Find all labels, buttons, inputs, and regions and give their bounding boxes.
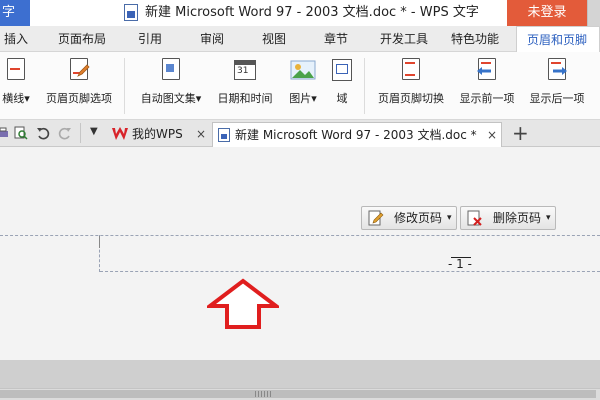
chevron-down-icon: ▾ (546, 213, 551, 223)
document-canvas[interactable] (0, 147, 600, 360)
picture-label: 图片 (289, 92, 312, 105)
delete-page-number-button[interactable]: 删除页码 ▾ (460, 206, 556, 230)
print-preview-icon[interactable] (14, 126, 28, 140)
ribbon-separator (364, 58, 365, 114)
field-button[interactable]: 域 (328, 58, 356, 106)
show-next-label: 显示后一项 (529, 92, 585, 105)
tab-section[interactable]: 章节 (324, 26, 348, 52)
chevron-down-icon: ▾ (447, 213, 452, 223)
tab-my-wps[interactable]: 我的WPS × (108, 122, 212, 147)
tab-page-layout[interactable]: 页面布局 (58, 26, 106, 52)
document-icon (218, 128, 230, 142)
tab-references[interactable]: 引用 (138, 26, 162, 52)
close-icon[interactable]: × (196, 122, 206, 146)
document-tab-bar: ▼ 我的WPS × 新建 Microsoft Word 97 - 2003 文档… (0, 120, 600, 147)
edit-page-number-button[interactable]: 修改页码 ▾ (361, 206, 457, 230)
delete-page-number-label: 删除页码 (493, 211, 542, 225)
page-number[interactable]: - 1 - (448, 257, 472, 271)
quick-access-dropdown[interactable]: ▼ (90, 126, 98, 137)
edit-page-icon (368, 210, 384, 226)
ribbon-tabs: 插入 页面布局 引用 审阅 视图 章节 开发工具 特色功能 页眉和页脚 (0, 26, 600, 52)
app-menu-button[interactable]: 字 (0, 0, 30, 26)
horizontal-line-icon (5, 58, 27, 82)
ribbon-separator (124, 58, 125, 114)
print-icon[interactable] (0, 126, 10, 140)
header-footer-options-label: 页眉页脚选项 (46, 92, 112, 105)
field-icon (331, 58, 353, 82)
tab-special-features[interactable]: 特色功能 (451, 26, 499, 52)
horizontal-line-label: 横线 (2, 92, 25, 105)
title-bar: 字 新建 Microsoft Word 97 - 2003 文档.doc * -… (0, 0, 600, 26)
document-icon (124, 4, 138, 21)
date-time-button[interactable]: 31 日期和时间 (212, 58, 278, 106)
login-button[interactable]: 未登录 (507, 0, 587, 26)
arrow-right-page-icon (546, 58, 568, 82)
tab-header-footer[interactable]: 页眉和页脚 (516, 26, 600, 52)
scrollbar-thumb[interactable] (0, 390, 596, 398)
ribbon-toolbar: 横线▾ 页眉页脚选项 自动图文集▾ 31 日期和时间 图片▾ 域 页眉页脚切换 … (0, 52, 600, 120)
tab-review[interactable]: 审阅 (200, 26, 224, 52)
chevron-down-icon: ▾ (311, 92, 317, 105)
tab-my-wps-label: 我的WPS (132, 127, 183, 141)
picture-button[interactable]: 图片▾ (282, 58, 324, 106)
wps-logo-icon (112, 127, 128, 140)
autotext-label: 自动图文集 (140, 92, 196, 105)
window-title: 新建 Microsoft Word 97 - 2003 文档.doc * - W… (145, 5, 479, 20)
margin-corner-mark (86, 236, 100, 248)
header-footer-options-icon (68, 58, 90, 82)
footer-boundary-line (100, 271, 600, 272)
tab-developer-tools[interactable]: 开发工具 (380, 26, 428, 52)
arrow-left-page-icon (476, 58, 498, 82)
field-label: 域 (336, 92, 348, 105)
show-next-button[interactable]: 显示后一项 (524, 58, 590, 106)
tab-insert[interactable]: 插入 (4, 26, 28, 52)
tab-current-document[interactable]: 新建 Microsoft Word 97 - 2003 文档.doc * × (212, 122, 502, 147)
tab-view[interactable]: 视图 (262, 26, 286, 52)
show-previous-button[interactable]: 显示前一项 (454, 58, 520, 106)
close-icon[interactable]: × (487, 123, 497, 147)
autotext-icon (160, 58, 182, 82)
show-previous-label: 显示前一项 (459, 92, 515, 105)
autotext-button[interactable]: 自动图文集▾ (132, 58, 210, 106)
header-footer-options-button[interactable]: 页眉页脚选项 (40, 58, 118, 106)
horizontal-line-button[interactable]: 横线▾ (0, 58, 38, 106)
redo-icon[interactable] (58, 126, 72, 140)
chevron-down-icon: ▾ (195, 92, 202, 105)
chevron-down-icon: ▾ (24, 92, 30, 105)
date-time-label: 日期和时间 (217, 92, 273, 105)
up-arrow-annotation-icon (207, 278, 279, 329)
header-footer-switch-button[interactable]: 页眉页脚切换 (372, 58, 450, 106)
delete-page-icon (467, 210, 482, 226)
add-tab-button[interactable]: + (512, 120, 529, 146)
scrollbar-grip (255, 391, 271, 397)
header-footer-switch-icon (400, 58, 422, 82)
undo-icon[interactable] (36, 126, 50, 140)
calendar-icon: 31 (234, 58, 256, 82)
page-gap (0, 360, 600, 388)
edit-page-number-label: 修改页码 (394, 211, 443, 225)
window-control-button[interactable] (587, 0, 600, 26)
header-footer-switch-label: 页眉页脚切换 (378, 92, 444, 105)
tab-document-label: 新建 Microsoft Word 97 - 2003 文档.doc * (235, 128, 477, 142)
picture-icon (290, 58, 316, 82)
